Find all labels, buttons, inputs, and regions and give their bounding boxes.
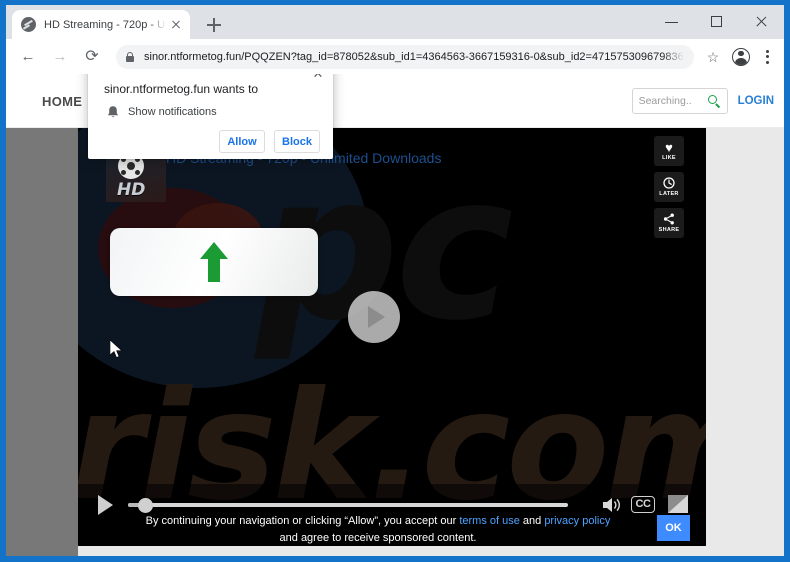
privacy-policy-link[interactable]: privacy policy xyxy=(544,515,610,527)
close-icon[interactable]: ✕ xyxy=(309,74,327,83)
share-button[interactable]: SHARE xyxy=(654,208,684,238)
reload-button[interactable]: ⟳ xyxy=(78,43,106,71)
reload-icon: ⟳ xyxy=(85,47,99,65)
address-bar[interactable]: sinor.ntformetog.fun/PQQZEN?tag_id=87805… xyxy=(116,44,694,69)
closed-captions-button[interactable]: CC xyxy=(631,496,655,513)
block-button[interactable]: Block xyxy=(274,130,320,153)
new-tab-button[interactable] xyxy=(202,13,226,37)
mouse-cursor xyxy=(110,340,123,358)
back-button[interactable]: ← xyxy=(14,43,42,71)
nav-item-home[interactable]: HOME xyxy=(42,94,82,109)
page-gutter-left xyxy=(6,128,78,556)
bell-icon xyxy=(107,106,119,118)
search-input-value: Searching.. xyxy=(638,95,692,107)
search-input[interactable]: Searching.. xyxy=(631,88,728,114)
tab-strip: HD Streaming - 720p - Unlimited xyxy=(6,5,784,39)
play-button-icon[interactable] xyxy=(348,291,400,343)
later-label: LATER xyxy=(659,190,679,197)
fullscreen-icon[interactable] xyxy=(668,495,688,513)
permission-title: sinor.ntformetog.fun wants to xyxy=(104,82,259,96)
forward-button[interactable]: → xyxy=(46,43,74,71)
browser-window: HD Streaming - 720p - Unlimited ← → ⟳ xyxy=(0,0,790,562)
like-label: LIKE xyxy=(662,154,676,161)
consent-part1: By continuing your navigation or clickin… xyxy=(145,515,460,527)
page-gutter-right xyxy=(718,128,784,556)
hd-logo-text: HD xyxy=(117,180,146,200)
side-action-buttons: ♥ LIKE LATER SHARE xyxy=(654,136,684,238)
browser-tab[interactable]: HD Streaming - 720p - Unlimited xyxy=(12,10,190,39)
clock-icon xyxy=(663,176,675,191)
volume-icon[interactable] xyxy=(602,496,622,514)
promo-box[interactable] xyxy=(110,228,318,296)
url-text: sinor.ntformetog.fun/PQQZEN?tag_id=87805… xyxy=(144,50,684,63)
progress-slider[interactable] xyxy=(128,498,568,513)
share-icon xyxy=(663,213,675,227)
ok-button[interactable]: OK xyxy=(657,515,690,541)
three-dot-menu-icon[interactable] xyxy=(756,44,778,70)
close-button[interactable] xyxy=(739,5,784,39)
back-arrow-icon: ← xyxy=(20,47,36,65)
globe-icon xyxy=(21,17,36,32)
share-label: SHARE xyxy=(658,226,680,233)
consent-text: By continuing your navigation or clickin… xyxy=(138,513,618,546)
lock-icon xyxy=(122,49,138,65)
later-button[interactable]: LATER xyxy=(654,172,684,202)
minimize-button[interactable] xyxy=(649,5,694,39)
profile-avatar-icon[interactable] xyxy=(728,44,754,70)
page-viewport: HOME GE EST Searching.. LOGIN xyxy=(6,74,784,556)
terms-of-use-link[interactable]: terms of use xyxy=(459,515,520,527)
tab-close-icon[interactable] xyxy=(168,17,184,33)
chrome-browser: HD Streaming - 720p - Unlimited ← → ⟳ xyxy=(6,5,784,556)
heart-icon: ♥ xyxy=(665,139,673,155)
search-icon[interactable] xyxy=(707,94,721,108)
play-icon[interactable] xyxy=(98,495,113,515)
login-link[interactable]: LOGIN xyxy=(738,95,774,107)
tab-title: HD Streaming - 720p - Unlimited xyxy=(44,18,166,31)
permission-option-label: Show notifications xyxy=(128,106,217,118)
browser-toolbar: ← → ⟳ sinor.ntformetog.fun/PQQZEN?tag_id… xyxy=(6,39,784,74)
allow-button[interactable]: Allow xyxy=(219,130,265,153)
notification-permission-bubble: ✕ sinor.ntformetog.fun wants to Show not… xyxy=(88,74,333,159)
like-button[interactable]: ♥ LIKE xyxy=(654,136,684,166)
video-player[interactable]: pc risk.com HD HD Streaming - 720p - Unl… xyxy=(78,128,706,546)
maximize-button[interactable] xyxy=(694,5,739,39)
consent-part3: and agree to receive sponsored content. xyxy=(279,532,477,544)
consent-part2: and xyxy=(519,515,545,527)
page-body: pc risk.com HD HD Streaming - 720p - Unl… xyxy=(6,128,784,556)
progress-knob[interactable] xyxy=(138,498,153,513)
green-up-arrow-icon xyxy=(200,242,228,282)
player-control-bar: CC By continuing your navigation or clic… xyxy=(78,484,706,546)
bookmark-star-icon[interactable]: ☆ xyxy=(700,44,726,70)
forward-arrow-icon: → xyxy=(52,47,68,65)
